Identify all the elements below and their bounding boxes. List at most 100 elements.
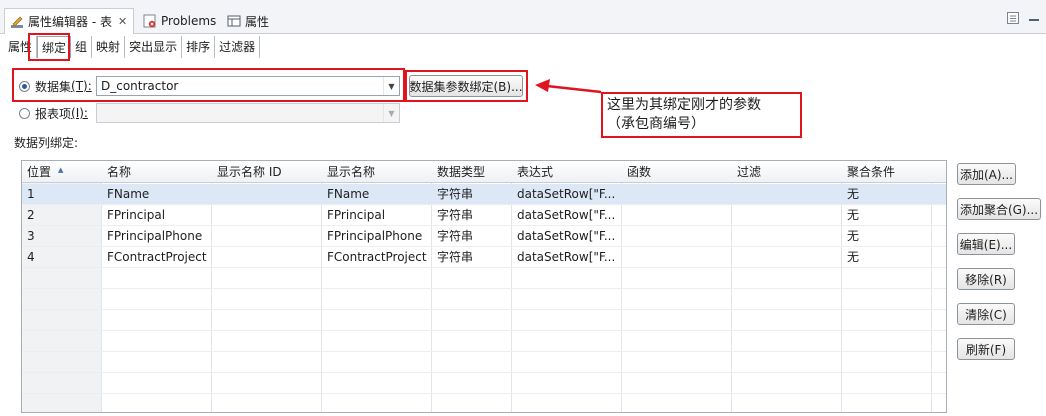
cell-display-name-id xyxy=(212,184,322,205)
cell-filter xyxy=(732,205,842,226)
empty-row xyxy=(22,394,946,412)
minimize-icon[interactable] xyxy=(1028,11,1040,23)
header-function[interactable]: 函数 xyxy=(622,161,732,183)
dataset-value: D_contractor xyxy=(101,79,179,93)
tab-property-editor[interactable]: 属性编辑器 - 表 ✕ xyxy=(4,8,134,34)
subtab-sort[interactable]: 排序 xyxy=(182,36,216,58)
annotation-line2: （承包商编号） xyxy=(607,116,705,132)
radio-selected-dot xyxy=(22,83,27,89)
tab-problems[interactable]: Problems xyxy=(138,9,221,33)
report-item-radio[interactable] xyxy=(19,107,30,119)
empty-row xyxy=(22,289,946,310)
subtab-filter[interactable]: 过滤器 xyxy=(215,36,261,58)
header-position[interactable]: 位置 ▲ xyxy=(22,161,102,183)
dataset-radio[interactable] xyxy=(19,80,30,92)
cell-data-type: 字符串 xyxy=(437,208,474,222)
subtab-group[interactable]: 组 xyxy=(71,36,93,58)
header-display-name[interactable]: 显示名称 xyxy=(322,161,432,183)
chevron-down-icon[interactable]: ▼ xyxy=(383,77,399,95)
cell-function xyxy=(622,205,732,226)
cell-name: FPrincipal xyxy=(107,208,166,222)
edit-button[interactable]: 编辑(E)... xyxy=(957,233,1015,255)
view-menu-icon[interactable] xyxy=(1006,11,1020,25)
report-item-radio-row[interactable]: 报表项 (I): xyxy=(19,103,88,123)
cell-name: FName xyxy=(107,187,150,201)
cell-filter xyxy=(732,247,842,268)
header-data-type[interactable]: 数据类型 xyxy=(432,161,512,183)
tab-label: 属性 xyxy=(245,14,270,29)
cell-data-type: 字符串 xyxy=(437,229,474,243)
editor-subtabs: 属性 绑定 组 映射 突出显示 排序 过滤器 xyxy=(4,36,261,58)
header-filter[interactable]: 过滤 xyxy=(732,161,842,183)
cell-display-name-id xyxy=(212,205,322,226)
report-item-select[interactable]: ▼ xyxy=(96,103,400,123)
subtab-highlight[interactable]: 突出显示 xyxy=(125,36,183,58)
column-bindings-table: 位置 ▲ 名称 显示名称 ID 显示名称 数据类型 表达式 函数 过滤 聚合条件 … xyxy=(21,160,947,413)
report-item-label: 报表项 xyxy=(35,106,72,121)
cell-data-type: 字符串 xyxy=(437,250,474,264)
cell-aggregate-on: 无 xyxy=(847,187,860,201)
pencil-icon xyxy=(10,15,24,29)
remove-button[interactable]: 移除(R) xyxy=(957,268,1015,290)
tab-properties[interactable]: 属性 xyxy=(222,9,274,33)
empty-row xyxy=(22,352,946,373)
cell-function xyxy=(622,247,732,268)
cell-expression: dataSetRow["F... xyxy=(517,250,616,264)
close-icon[interactable]: ✕ xyxy=(118,15,127,28)
cell-filter xyxy=(732,226,842,247)
cell-expression: dataSetRow["F... xyxy=(517,187,616,201)
dataset-param-binding-button[interactable]: 数据集参数绑定(B)... xyxy=(409,75,523,97)
cell-position: 2 xyxy=(27,208,35,222)
cell-expression: dataSetRow["F... xyxy=(517,229,616,243)
report-item-mnemonic: (I): xyxy=(71,106,88,120)
dataset-label: 数据集 xyxy=(35,79,72,94)
empty-row xyxy=(22,373,946,394)
subtab-properties[interactable]: 属性 xyxy=(4,36,38,58)
cell-display-name: FPrincipalPhone xyxy=(327,229,423,243)
subtab-map[interactable]: 映射 xyxy=(92,36,126,58)
clear-button[interactable]: 清除(C) xyxy=(957,303,1015,325)
sort-ascending-icon: ▲ xyxy=(58,166,64,174)
table-row[interactable]: 3 FPrincipalPhone FPrincipalPhone 字符串 da… xyxy=(22,226,946,247)
cell-data-type: 字符串 xyxy=(437,187,474,201)
cell-position: 3 xyxy=(27,229,35,243)
tab-label: 属性编辑器 - 表 xyxy=(28,15,112,29)
dataset-select[interactable]: D_contractor ▼ xyxy=(96,76,400,96)
empty-row xyxy=(22,310,946,331)
annotation-callout: 这里为其绑定刚才的参数 （承包商编号） xyxy=(601,92,802,138)
cell-aggregate-on: 无 xyxy=(847,250,860,264)
view-tab-bar: 属性编辑器 - 表 ✕ Problems 属性 xyxy=(0,0,1046,34)
column-bindings-label: 数据列绑定: xyxy=(14,136,79,150)
empty-row xyxy=(22,268,946,289)
refresh-button[interactable]: 刷新(F) xyxy=(957,338,1015,360)
cell-name: FContractProject xyxy=(107,250,207,264)
cell-display-name: FName xyxy=(327,187,370,201)
cell-expression: dataSetRow["F... xyxy=(517,208,616,222)
tab-label: Problems xyxy=(161,14,217,28)
table-row[interactable]: 1 FName FName 字符串 dataSetRow["F... 无 xyxy=(22,184,946,205)
cell-aggregate-on: 无 xyxy=(847,229,860,243)
cell-filter xyxy=(732,184,842,205)
header-display-name-id[interactable]: 显示名称 ID xyxy=(212,161,322,183)
add-button[interactable]: 添加(A)... xyxy=(957,163,1016,185)
cell-name: FPrincipalPhone xyxy=(107,229,203,243)
dataset-mnemonic: (T): xyxy=(71,79,92,93)
cell-display-name: FContractProject xyxy=(327,250,427,264)
empty-row xyxy=(22,331,946,352)
header-expression[interactable]: 表达式 xyxy=(512,161,622,183)
table-row[interactable]: 2 FPrincipal FPrincipal 字符串 dataSetRow["… xyxy=(22,205,946,226)
cell-aggregate-on: 无 xyxy=(847,208,860,222)
header-aggregate-on[interactable]: 聚合条件 xyxy=(842,161,932,183)
annotation-arrow-icon xyxy=(535,79,602,94)
annotation-line1: 这里为其绑定刚才的参数 xyxy=(607,97,761,113)
problems-icon xyxy=(143,14,157,28)
cell-display-name: FPrincipal xyxy=(327,208,386,222)
dataset-radio-row[interactable]: 数据集 (T): xyxy=(19,76,92,96)
header-name[interactable]: 名称 xyxy=(102,161,212,183)
chevron-down-icon[interactable]: ▼ xyxy=(383,104,399,122)
add-aggregation-button[interactable]: 添加聚合(G)... xyxy=(957,198,1041,220)
cell-position: 4 xyxy=(27,250,35,264)
cell-function xyxy=(622,226,732,247)
subtab-binding[interactable]: 绑定 xyxy=(37,36,72,58)
table-row[interactable]: 4 FContractProject FContractProject 字符串 … xyxy=(22,247,946,268)
